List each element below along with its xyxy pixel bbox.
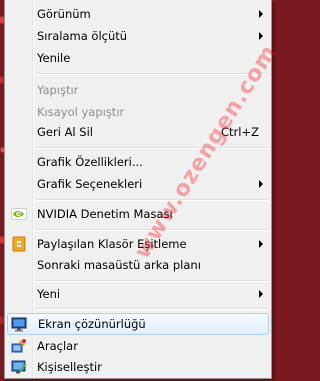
menu-separator bbox=[35, 199, 269, 201]
desktop-context-menu: Görünüm Sıralama ölçütü Yenile Yapıştır … bbox=[4, 0, 272, 379]
submenu-arrow-icon bbox=[259, 290, 263, 298]
menu-item-label: Grafik Seçenekleri bbox=[37, 177, 143, 191]
submenu-arrow-icon bbox=[259, 32, 263, 40]
menu-item-graphics-options[interactable]: Grafik Seçenekleri bbox=[7, 173, 269, 195]
submenu-arrow-icon bbox=[259, 180, 263, 188]
menu-separator bbox=[35, 280, 269, 282]
menu-item-nvidia-control-panel[interactable]: NVIDIA Denetim Masası bbox=[7, 203, 269, 225]
menu-item-label: Araçlar bbox=[37, 339, 78, 353]
sync-folder-icon bbox=[12, 236, 26, 252]
menu-item-refresh[interactable]: Yenile bbox=[7, 47, 269, 69]
menu-item-new[interactable]: Yeni bbox=[7, 283, 269, 305]
menu-item-personalize[interactable]: Kişiselleştir bbox=[7, 356, 269, 378]
personalize-icon bbox=[11, 360, 27, 374]
nvidia-icon bbox=[11, 208, 27, 220]
menu-separator bbox=[35, 308, 269, 310]
menu-item-label: Kişiselleştir bbox=[37, 360, 102, 374]
menu-item-label: Grafik Özellikleri... bbox=[37, 155, 143, 169]
menu-separator bbox=[35, 147, 269, 149]
menu-separator bbox=[35, 73, 269, 75]
menu-item-view[interactable]: Görünüm bbox=[7, 3, 269, 25]
menu-item-label: Sonraki masaüstü arka planı bbox=[37, 258, 201, 272]
menu-item-screen-resolution[interactable]: Ekran çözünürlüğü bbox=[7, 313, 269, 335]
menu-item-label: Yapıştır bbox=[37, 83, 79, 97]
submenu-arrow-icon bbox=[259, 10, 263, 18]
menu-item-label: Geri Al Sil bbox=[37, 125, 93, 139]
menu-item-label: Yenile bbox=[37, 51, 71, 65]
submenu-arrow-icon bbox=[259, 240, 263, 248]
menu-item-label: Kısayol yapıştır bbox=[37, 105, 125, 119]
menu-item-next-desktop-background[interactable]: Sonraki masaüstü arka planı bbox=[7, 254, 269, 276]
menu-item-graphics-properties[interactable]: Grafik Özellikleri... bbox=[7, 151, 269, 173]
menu-item-label: Yeni bbox=[37, 287, 61, 301]
menu-item-sort-by[interactable]: Sıralama ölçütü bbox=[7, 25, 269, 47]
menu-item-label: Görünüm bbox=[37, 7, 91, 21]
menu-item-label: Sıralama ölçütü bbox=[37, 29, 128, 43]
display-resolution-icon bbox=[11, 317, 27, 332]
menu-item-tools[interactable]: Araçlar bbox=[7, 335, 269, 357]
tools-icon bbox=[11, 339, 26, 353]
menu-item-label: Ekran çözünürlüğü bbox=[38, 317, 146, 331]
